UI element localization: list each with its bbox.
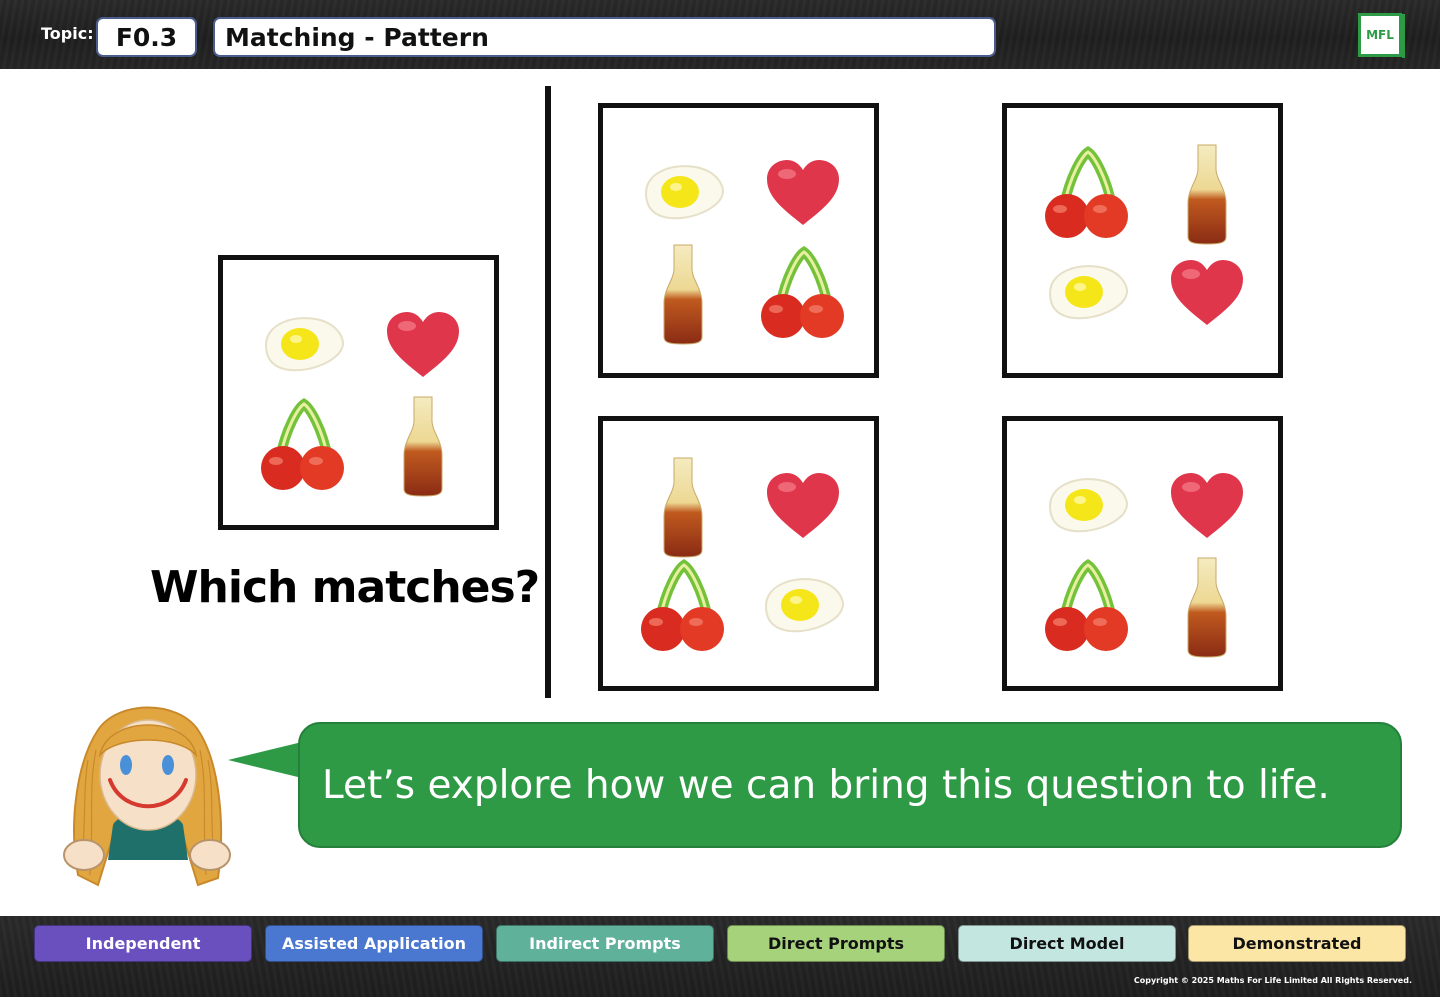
level-button-indirect-prompts[interactable]: Indirect Prompts — [496, 925, 714, 962]
level-button-demonstrated[interactable]: Demonstrated — [1188, 925, 1406, 962]
level-button-assisted-application[interactable]: Assisted Application — [265, 925, 483, 962]
speech-text: Let’s explore how we can bring this ques… — [322, 762, 1330, 808]
topic-code: F0.3 — [96, 17, 197, 57]
option-card-1[interactable] — [598, 103, 879, 378]
cherry-sweet-icon — [758, 245, 848, 345]
heart-sweet-icon — [763, 157, 843, 233]
option-card-2[interactable] — [1002, 103, 1283, 378]
target-card — [218, 255, 499, 530]
divider-line — [545, 86, 551, 698]
speech-bubble-tail — [228, 742, 302, 778]
egg-sweet-icon — [638, 158, 728, 232]
bottle-sweet-icon — [658, 454, 708, 563]
topic-title: Matching - Pattern — [213, 17, 996, 57]
teacher-character-icon — [63, 706, 231, 887]
option-card-3[interactable] — [598, 416, 879, 691]
cherry-sweet-icon — [638, 558, 728, 658]
egg-sweet-icon — [1042, 258, 1132, 332]
question-text: Which matches? — [150, 562, 540, 613]
copyright-text: Copyright © 2025 Maths For Life Limited … — [1133, 976, 1412, 985]
bottle-sweet-icon — [1182, 141, 1232, 250]
option-card-4[interactable] — [1002, 416, 1283, 691]
bottle-sweet-icon — [658, 241, 708, 350]
level-button-independent[interactable]: Independent — [34, 925, 252, 962]
egg-sweet-icon — [258, 310, 348, 384]
heart-sweet-icon — [763, 470, 843, 546]
bottle-sweet-icon — [398, 393, 448, 502]
topic-label: Topic: — [41, 24, 94, 43]
level-button-direct-model[interactable]: Direct Model — [958, 925, 1176, 962]
heart-sweet-icon — [1167, 257, 1247, 333]
egg-sweet-icon — [1042, 471, 1132, 545]
bottle-sweet-icon — [1182, 554, 1232, 663]
cherry-sweet-icon — [1042, 145, 1132, 245]
egg-sweet-icon — [758, 571, 848, 645]
speech-bubble: Let’s explore how we can bring this ques… — [298, 722, 1402, 848]
cherry-sweet-icon — [258, 397, 348, 497]
level-button-direct-prompts[interactable]: Direct Prompts — [727, 925, 945, 962]
cherry-sweet-icon — [1042, 558, 1132, 658]
mfl-logo-icon: MFL — [1358, 13, 1405, 58]
heart-sweet-icon — [1167, 470, 1247, 546]
heart-sweet-icon — [383, 309, 463, 385]
